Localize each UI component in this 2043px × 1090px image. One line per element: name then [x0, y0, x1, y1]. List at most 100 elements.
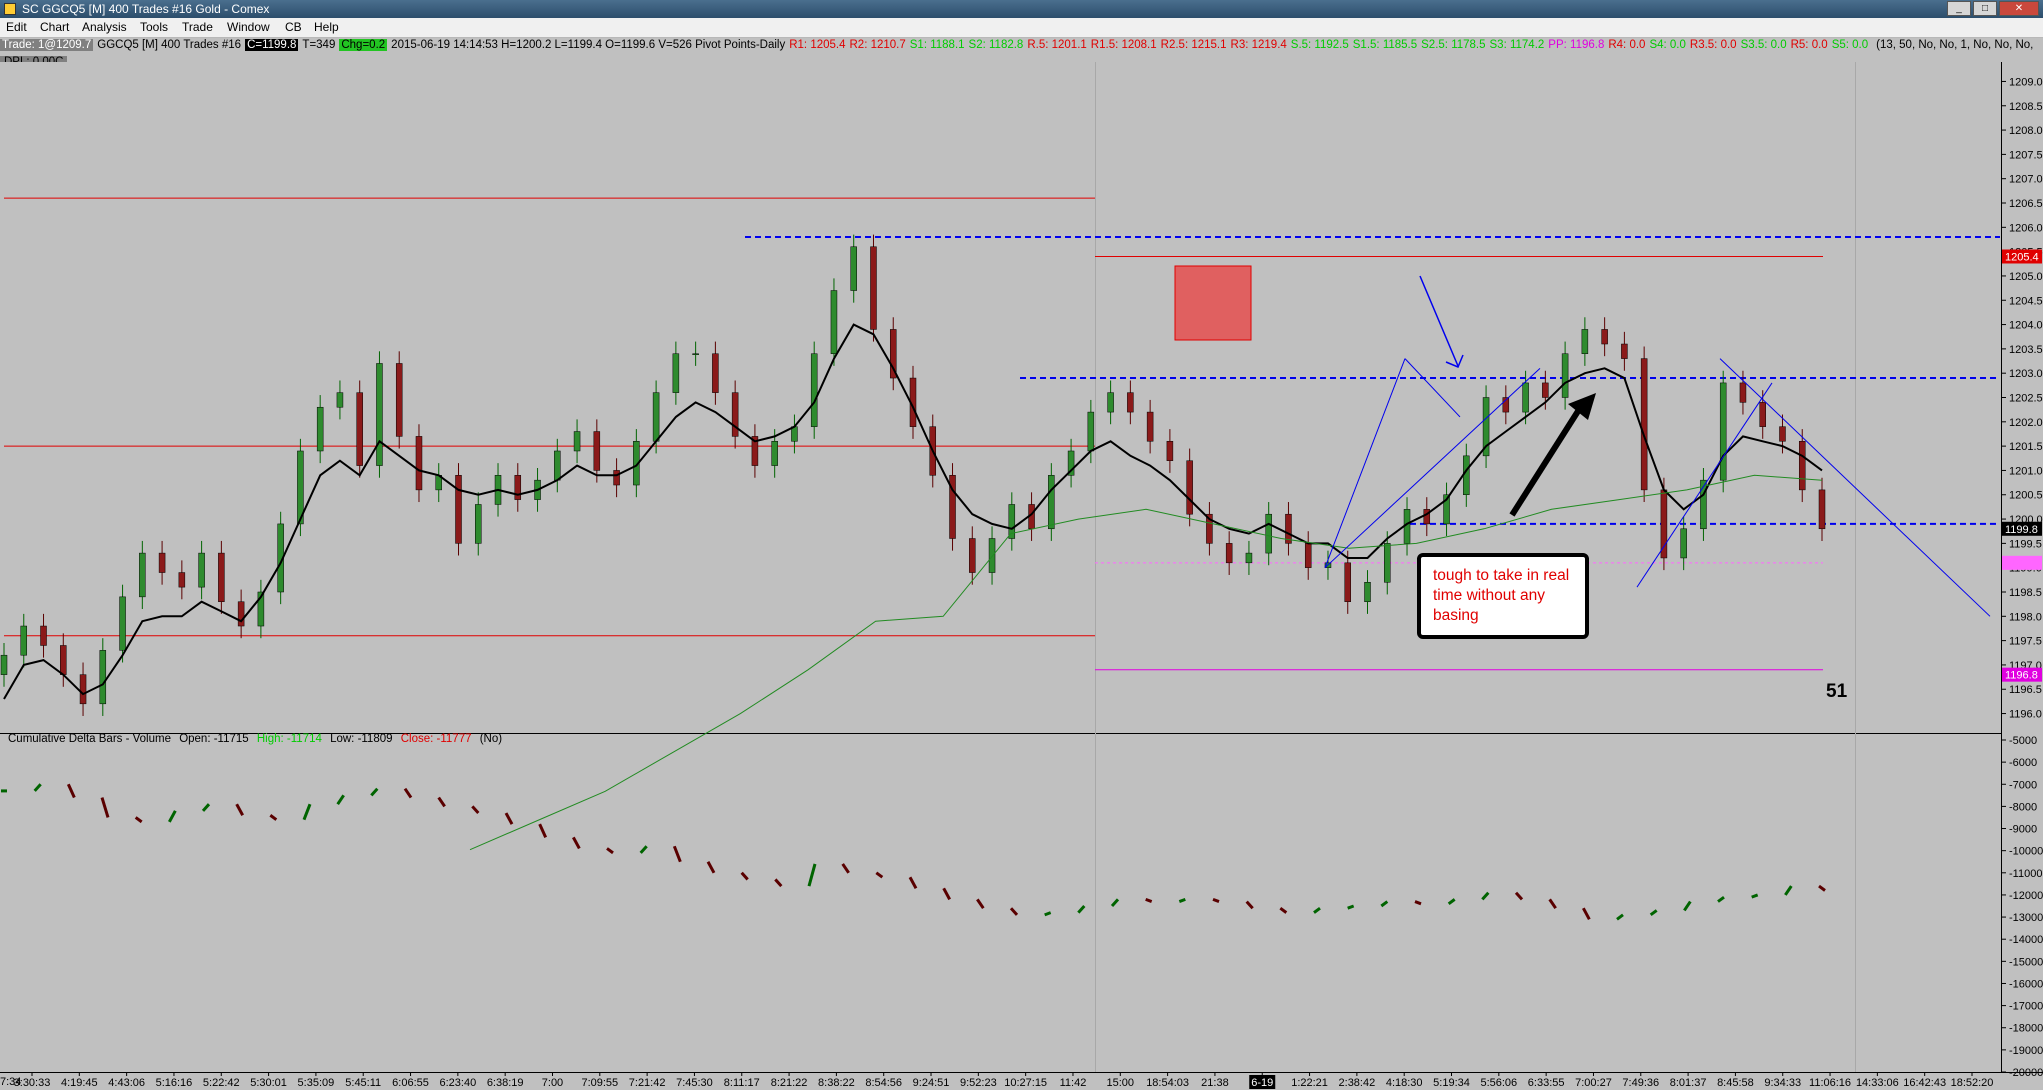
- delta-tick-label: -8000: [2009, 801, 2037, 813]
- price-tag: 1199.1: [2002, 555, 2042, 570]
- price-tick-label: 1203.0: [2009, 368, 2043, 380]
- price-tag: 1196.8: [2002, 667, 2042, 682]
- time-tick-label: 5:30:01: [250, 1077, 287, 1089]
- delta-tick-label: -18000: [2009, 1023, 2043, 1035]
- time-tick-label: 21:38: [1201, 1077, 1229, 1089]
- delta-tick-label: -14000: [2009, 934, 2043, 946]
- delta-bar: [639, 845, 648, 854]
- delta-tick-label: -11000: [2009, 868, 2042, 880]
- delta-bar: [1279, 907, 1288, 914]
- time-tick-label: 16:42:43: [1903, 1077, 1946, 1089]
- candle: [356, 380, 363, 478]
- candle: [395, 351, 403, 449]
- candle-body: [316, 406, 324, 452]
- candle: [1482, 385, 1490, 469]
- delta-bar: [1178, 897, 1186, 903]
- candle-body: [1680, 528, 1687, 559]
- price-tick-label: 1196.0: [2009, 709, 2042, 721]
- candle-body: [1542, 382, 1549, 398]
- delta-bar: [471, 805, 480, 815]
- candle-body: [1621, 343, 1628, 359]
- candle-body: [1798, 441, 1806, 491]
- price-tick-label: 1204.5: [2009, 295, 2043, 307]
- candle-body: [1779, 426, 1786, 442]
- candle-body: [1719, 382, 1727, 481]
- time-tick-label: 6:06:55: [392, 1077, 429, 1089]
- candle: [1640, 346, 1648, 503]
- time-tick-label: 14:33:06: [1856, 1077, 1899, 1089]
- candle: [1719, 370, 1727, 493]
- delta-bar: [100, 797, 110, 818]
- delta-tick-label: -10000: [2009, 846, 2043, 858]
- price-tag: 1205.4: [2002, 249, 2042, 263]
- delta-bar: [908, 876, 918, 890]
- candle-body: [1344, 562, 1351, 602]
- cum-delta-open: Open: -11715: [179, 733, 249, 745]
- candle-body: [1660, 489, 1668, 559]
- delta-bar: [33, 783, 42, 792]
- candle-body: [1087, 411, 1095, 452]
- price-tag: 1199.8: [2002, 521, 2042, 536]
- candle-body: [1186, 460, 1193, 515]
- price-tick-label: 1202.0: [2009, 417, 2043, 429]
- candle-body: [1818, 489, 1826, 530]
- candle-body: [1739, 382, 1747, 403]
- candle-body: [1304, 543, 1312, 568]
- price-chart[interactable]: 1209.0 1208.5 1208.0 1207.5 1207.0 1206.5 1206…: [0, 0, 2043, 1090]
- candle-body: [415, 436, 423, 491]
- delta-bar: [1145, 897, 1153, 903]
- price-tick-label: 1206.0: [2009, 222, 2043, 234]
- cumulative-delta-header: Cumulative Delta Bars - Volume Open: -11…: [8, 733, 507, 745]
- delta-bar: [706, 861, 716, 874]
- delta-bar: [774, 878, 783, 888]
- candle-body: [652, 392, 660, 442]
- price-tick-label: 1205.0: [2009, 271, 2043, 283]
- cum-delta-high: High: -11714: [256, 733, 322, 745]
- delta-bar: [1380, 900, 1389, 908]
- price-tick-label: 1196.5: [2009, 684, 2042, 696]
- candle-body: [1245, 552, 1253, 564]
- delta-bar: [1313, 907, 1321, 914]
- price-tick-label: 1200.5: [2009, 490, 2043, 502]
- time-tick-label: 7:00:27: [1575, 1077, 1612, 1089]
- cum-delta-title: Cumulative Delta Bars - Volume: [8, 733, 171, 745]
- delta-bar: [504, 812, 514, 825]
- candle-body: [119, 596, 126, 651]
- candle-body: [1225, 543, 1233, 564]
- delta-bar: [1447, 898, 1456, 905]
- candle-body: [771, 441, 778, 466]
- candle-body: [731, 392, 739, 437]
- annotation-note[interactable]: tough to take in real time without any b…: [1417, 553, 1589, 639]
- delta-bar: [976, 898, 985, 910]
- candle-body: [1166, 441, 1174, 461]
- delta-bar: [1582, 907, 1591, 920]
- candle-body: [1522, 382, 1529, 413]
- time-tick-label: 11:06:16: [1809, 1077, 1851, 1089]
- delta-bar: [403, 787, 413, 799]
- price-tick-label: 1206.5: [2009, 198, 2043, 210]
- delta-bar: [672, 845, 682, 863]
- delta-bar: [302, 803, 312, 821]
- bar-countdown: 51: [1826, 681, 1848, 702]
- cum-delta-flag: (No): [479, 733, 503, 745]
- candle-body: [139, 552, 146, 598]
- price-tick-label: 1207.0: [2009, 174, 2043, 186]
- delta-bar: [1414, 900, 1422, 906]
- delta-bar: [201, 803, 211, 812]
- time-tick-label: 4:18:30: [1386, 1077, 1423, 1089]
- time-tick-label: 9:24:51: [913, 1077, 950, 1089]
- time-tick-label: 7:45:30: [676, 1077, 713, 1089]
- candle-body: [613, 470, 620, 486]
- delta-bar: [1751, 893, 1759, 899]
- candle-body: [593, 431, 601, 471]
- candle-body: [395, 363, 403, 437]
- candle-body: [20, 625, 28, 656]
- candle: [810, 341, 818, 439]
- candle-body: [0, 654, 8, 675]
- candle-body: [198, 552, 205, 588]
- time-tick-label: 9:52:23: [960, 1077, 997, 1089]
- candle: [455, 463, 462, 556]
- candle: [830, 278, 838, 366]
- candle-body: [830, 290, 838, 354]
- price-tag-label: 1199.8: [2005, 524, 2038, 536]
